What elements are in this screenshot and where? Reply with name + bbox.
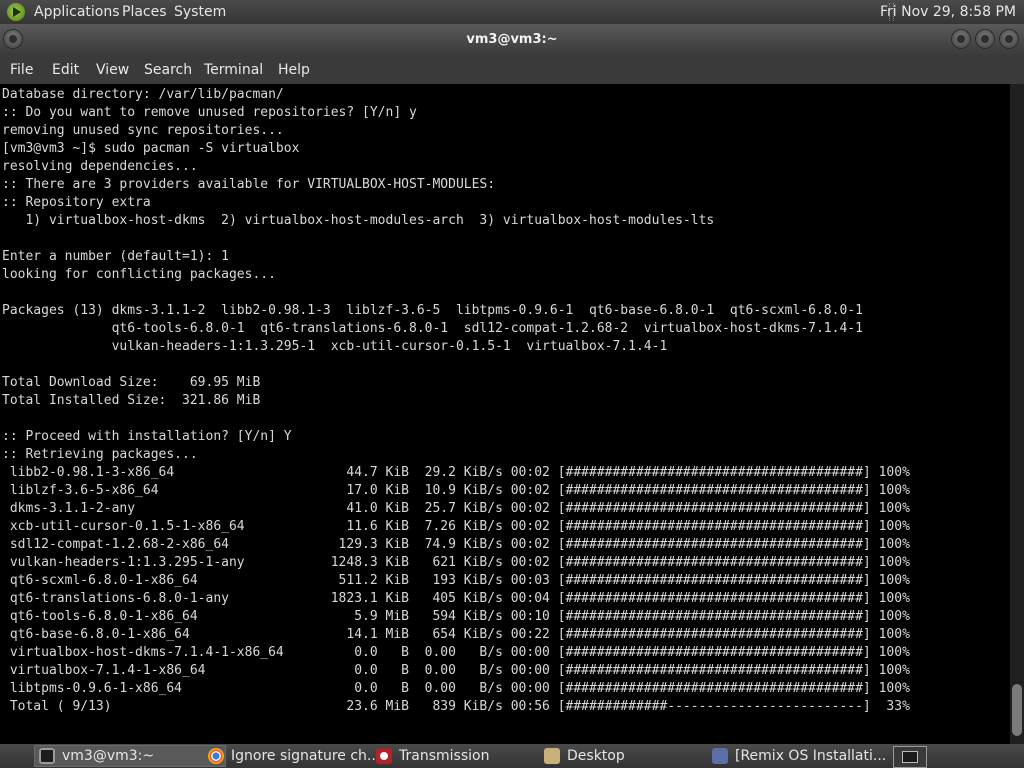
- folder-icon: [544, 748, 560, 764]
- window-title: vm3@vm3:~: [466, 32, 558, 47]
- menu-search[interactable]: Search: [144, 56, 192, 84]
- maximize-icon: [981, 35, 989, 43]
- document-icon: [712, 748, 728, 764]
- terminal-output-area[interactable]: Database directory: /var/lib/pacman/ :: …: [0, 84, 1010, 744]
- terminal-icon: [39, 748, 55, 764]
- terminal-text: Database directory: /var/lib/pacman/ :: …: [2, 87, 910, 714]
- menu-view[interactable]: View: [96, 56, 129, 84]
- applications-menu[interactable]: Applications: [34, 0, 120, 24]
- menu-terminal[interactable]: Terminal: [204, 56, 263, 84]
- menu-edit[interactable]: Edit: [52, 56, 79, 84]
- terminal-scrollbar[interactable]: [1010, 84, 1024, 744]
- task-label: Transmission: [399, 748, 490, 764]
- task-remix-os[interactable]: [Remix OS Installati...: [707, 745, 907, 767]
- task-label: [Remix OS Installati...: [735, 748, 887, 764]
- menu-help[interactable]: Help: [278, 56, 310, 84]
- top-panel: Applications Places System Fri Nov 29, 8…: [0, 0, 1024, 24]
- close-icon: [1005, 35, 1013, 43]
- clock[interactable]: Fri Nov 29, 8:58 PM: [880, 0, 1016, 24]
- task-label: Desktop: [567, 748, 625, 764]
- task-label: Ignore signature ch...: [231, 748, 381, 764]
- window-titlebar[interactable]: vm3@vm3:~: [0, 24, 1024, 56]
- menubar: File Edit View Search Terminal Help: [0, 56, 1024, 84]
- places-menu[interactable]: Places: [122, 0, 167, 24]
- taskbar: vm3@vm3:~ Ignore signature ch... Transmi…: [0, 744, 1024, 768]
- transmission-icon: [376, 748, 392, 764]
- task-label: vm3@vm3:~: [62, 748, 155, 764]
- task-transmission[interactable]: Transmission: [371, 745, 559, 767]
- task-desktop[interactable]: Desktop: [539, 745, 727, 767]
- show-desktop-button[interactable]: [893, 746, 927, 768]
- minimize-button[interactable]: [951, 29, 971, 49]
- minimize-icon: [957, 35, 965, 43]
- close-button[interactable]: [999, 29, 1019, 49]
- maximize-button[interactable]: [975, 29, 995, 49]
- distro-logo-icon[interactable]: [7, 3, 25, 21]
- chrome-icon: [208, 748, 224, 764]
- task-browser[interactable]: Ignore signature ch...: [203, 745, 391, 767]
- menu-file[interactable]: File: [10, 56, 33, 84]
- scrollbar-thumb[interactable]: [1012, 684, 1022, 736]
- system-menu[interactable]: System: [174, 0, 226, 24]
- task-terminal[interactable]: vm3@vm3:~: [34, 745, 226, 767]
